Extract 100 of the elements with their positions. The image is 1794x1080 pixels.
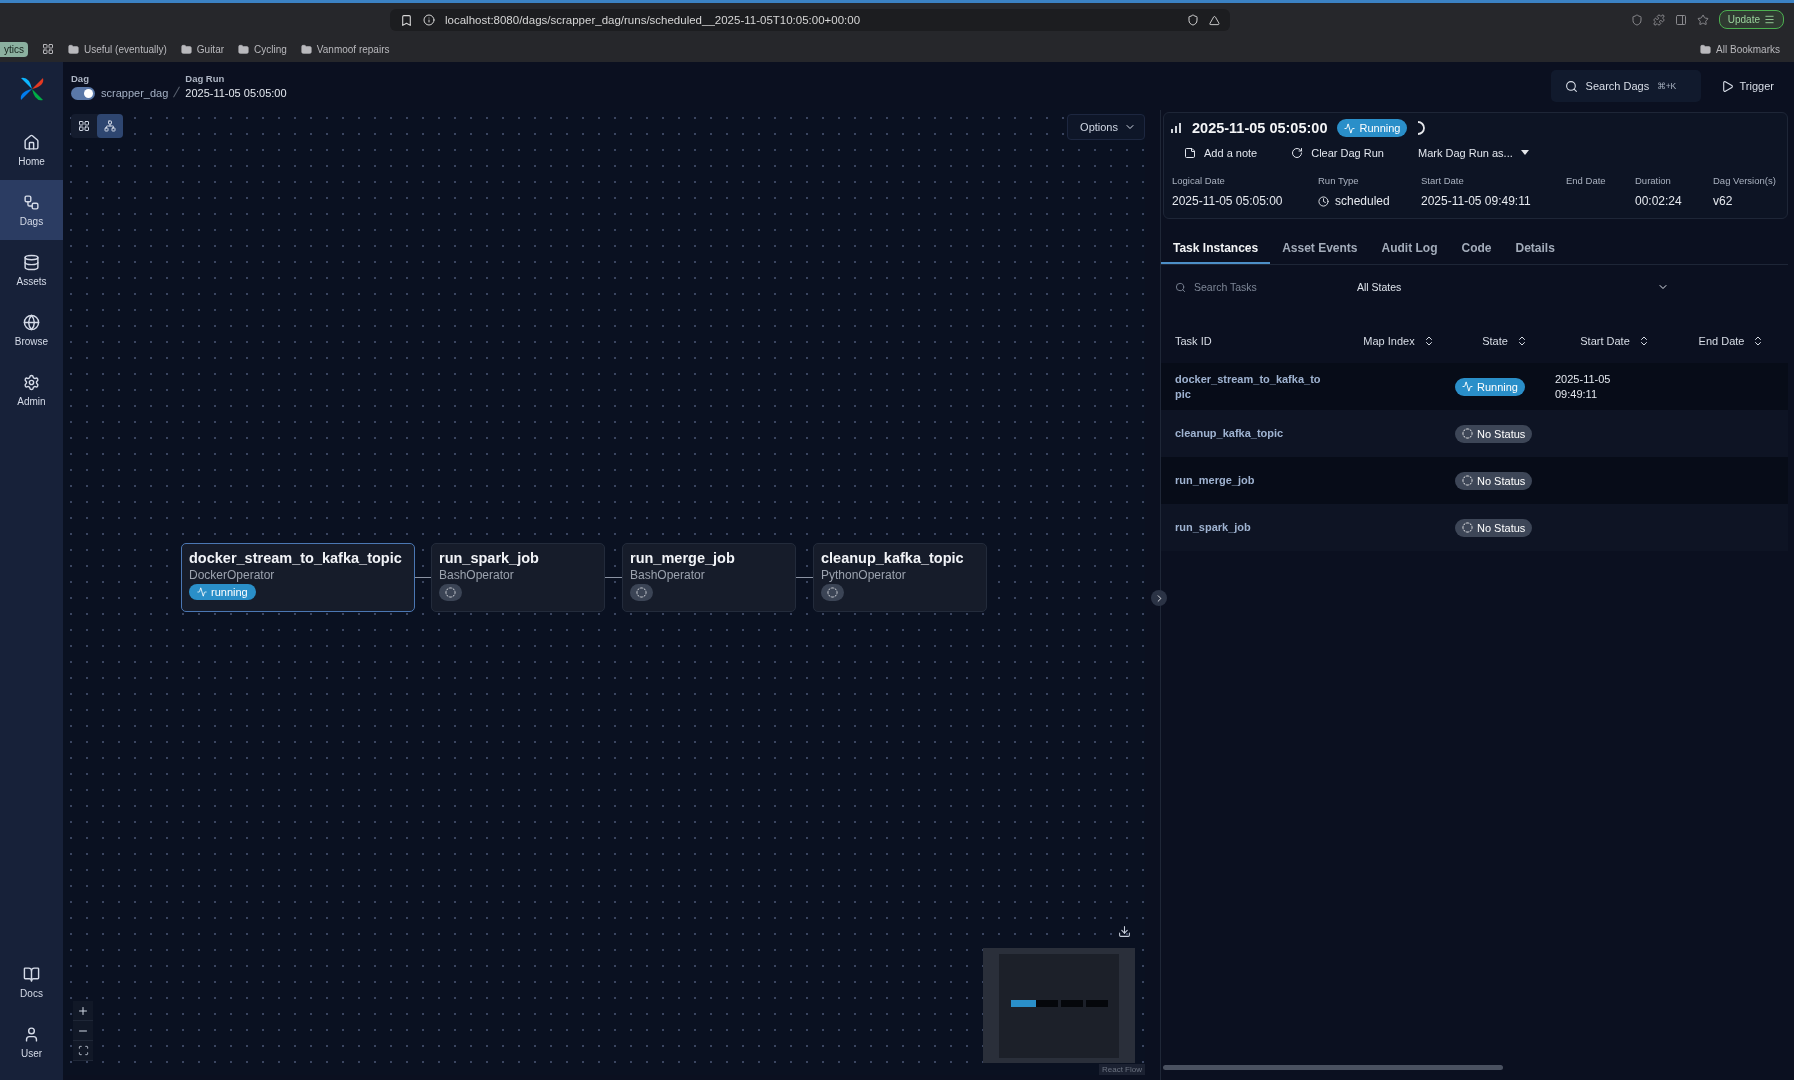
folder-icon — [68, 43, 79, 55]
sidebar-icon[interactable] — [1674, 13, 1687, 26]
dashed-circle-icon — [445, 587, 456, 598]
puzzle-icon[interactable] — [1652, 13, 1665, 26]
search-field[interactable]: Search Tasks — [1192, 280, 1332, 294]
node-title: cleanup_kafka_topic — [821, 550, 964, 566]
bookmark-folder[interactable]: Vanmoof repairs — [300, 43, 390, 55]
tab[interactable]: Details — [1503, 233, 1567, 264]
action-button[interactable]: Add a note — [1170, 143, 1272, 163]
node-title: docker_stream_to_kafka_topic — [189, 550, 402, 566]
bookmark-label: Guitar — [196, 43, 225, 55]
star-icon[interactable] — [1696, 13, 1709, 26]
detail-value: scheduled — [1335, 194, 1390, 208]
shield-icon[interactable] — [1630, 13, 1643, 26]
tab[interactable]: Code — [1449, 233, 1504, 264]
apps-icon[interactable] — [42, 43, 54, 55]
breadcrumb-label: Dag — [71, 72, 90, 84]
sidebar-label: Admin — [17, 395, 46, 407]
address-bar[interactable]: localhost:8080/dags/scrapper_dag/runs/scheduled__2025-11-05T10:05:00+00:00 — [390, 9, 1230, 31]
folder-icon — [1700, 43, 1712, 55]
view-toggle-button[interactable] — [97, 114, 123, 138]
scrollbar[interactable] — [1163, 1065, 1503, 1070]
column-header[interactable]: State — [1455, 319, 1555, 363]
state-select[interactable]: All States — [1357, 281, 1669, 293]
dashed-circle-icon — [1462, 475, 1473, 486]
toggle-switch[interactable] — [71, 86, 95, 100]
detail-value: v62 — [1713, 194, 1733, 208]
task-link[interactable]: run_merge_job — [1175, 473, 1255, 488]
tab[interactable]: Audit Log — [1369, 233, 1450, 264]
column-header[interactable]: Start Date — [1555, 319, 1675, 363]
home-icon — [23, 133, 40, 151]
sidebar-item[interactable]: Dags — [0, 180, 63, 240]
search-icon — [1564, 79, 1578, 93]
task-node[interactable]: run_merge_job BashOperator — [622, 543, 796, 612]
edge-line — [796, 577, 813, 578]
task-node[interactable]: docker_stream_to_kafka_topic DockerOperator running — [181, 543, 415, 612]
detail-value: 2025-11-05 09:49:11 — [1421, 194, 1531, 208]
bookmark-folder[interactable]: Useful (eventually) — [68, 43, 167, 55]
operator-label: DockerOperator — [189, 568, 275, 582]
sidebar-item[interactable]: Docs — [0, 952, 63, 1012]
edge-line — [415, 577, 431, 578]
folder-icon — [300, 43, 312, 55]
column-header[interactable]: Map Index — [1343, 319, 1455, 363]
column-header: Task ID — [1174, 334, 1213, 349]
search-dags-button[interactable]: Search Dags ⌘+K — [1550, 70, 1701, 102]
tab-group[interactable]: ytics — [0, 41, 28, 57]
detail-value: 00:02:24 — [1635, 194, 1682, 208]
sidebar-item[interactable]: Browse — [0, 300, 63, 360]
clock-icon — [1318, 195, 1329, 207]
node-title: run_spark_job — [439, 550, 539, 566]
status-badge: Running — [1455, 377, 1525, 396]
sidebar-item[interactable]: Home — [0, 120, 63, 180]
spinner-icon — [1417, 121, 1426, 135]
update-button[interactable]: Update — [1718, 10, 1784, 29]
action-button[interactable]: Mark Dag Run as... — [1404, 143, 1543, 163]
bookmark-icon[interactable] — [400, 13, 413, 27]
dashed-circle-icon — [827, 587, 838, 598]
sidebar-label: Assets — [16, 275, 47, 287]
all-bookmarks[interactable]: All Bookmarks — [1700, 43, 1780, 55]
globe-icon — [23, 313, 40, 331]
column-header[interactable]: End Date — [1675, 319, 1788, 363]
options-button[interactable]: Options — [1067, 114, 1145, 140]
folder-icon — [180, 43, 192, 55]
fit-view-icon — [77, 1045, 89, 1056]
download-icon[interactable] — [1118, 925, 1131, 938]
activity-icon — [197, 587, 207, 597]
sidebar-item[interactable]: Admin — [0, 360, 63, 420]
task-link[interactable]: docker_stream_to_kafka_to pic — [1175, 371, 1321, 402]
task-node[interactable]: cleanup_kafka_topic PythonOperator — [813, 543, 987, 612]
triangle-icon[interactable] — [1209, 14, 1220, 26]
detail-label: Run Type — [1318, 175, 1360, 186]
dashed-circle-icon — [1462, 522, 1473, 533]
sidebar-label: Dags — [19, 215, 44, 227]
sidebar-label: User — [20, 1047, 43, 1059]
sidebar-item[interactable]: User — [0, 1012, 63, 1072]
shield-icon[interactable] — [1187, 14, 1199, 26]
sidebar-label: Docs — [20, 987, 43, 999]
graph-icon — [104, 120, 116, 132]
sidebar-label: Browse — [14, 335, 49, 347]
dashed-circle-icon — [636, 587, 647, 598]
dag-link[interactable]: scrapper_dag — [101, 87, 169, 99]
status-badge: Running — [1337, 119, 1408, 137]
task-node[interactable]: run_spark_job BashOperator — [431, 543, 605, 612]
play-icon — [1720, 79, 1734, 93]
collapse-panel-button[interactable] — [1151, 590, 1167, 606]
status-badge: No Status — [1455, 518, 1533, 537]
bookmark-folder[interactable]: Guitar — [180, 43, 225, 55]
bookmark-folder[interactable]: Cycling — [238, 43, 287, 55]
tab[interactable]: Task Instances — [1161, 233, 1271, 264]
action-button[interactable]: Clear Dag Run — [1277, 143, 1398, 163]
sidebar-item[interactable]: Assets — [0, 240, 63, 300]
plus-icon — [77, 1004, 89, 1017]
bookmark-label: All Bookmarks — [1716, 43, 1780, 55]
workflow-icon — [23, 193, 40, 211]
search-icon — [1175, 281, 1186, 293]
detail-label: End Date — [1566, 175, 1607, 186]
task-link[interactable]: cleanup_kafka_topic — [1175, 426, 1284, 441]
task-link[interactable]: run_spark_job — [1175, 520, 1251, 535]
trigger-button[interactable]: Trigger — [1708, 70, 1786, 102]
tab[interactable]: Asset Events — [1270, 233, 1370, 264]
